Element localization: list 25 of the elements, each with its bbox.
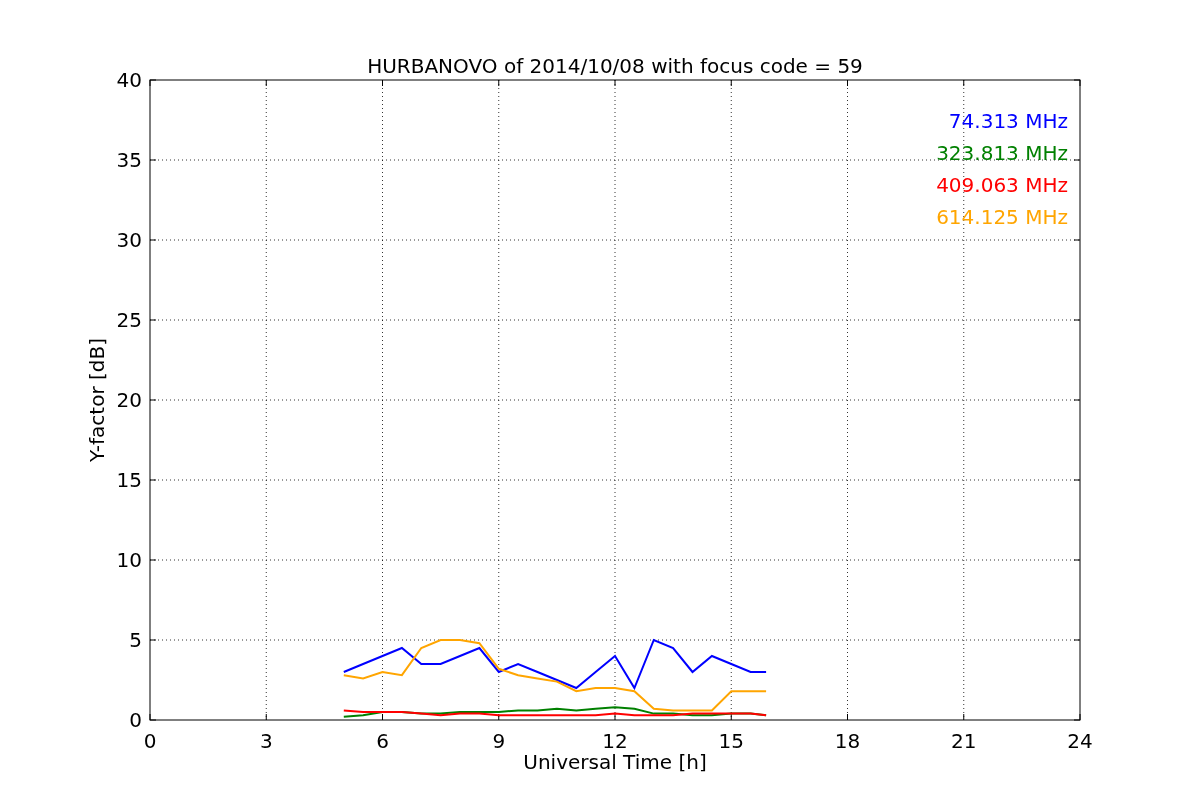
tick-label: 0 — [143, 729, 157, 753]
tick-label: 15 — [116, 468, 142, 492]
tick-label: 18 — [834, 729, 861, 753]
tick-label: 30 — [116, 228, 142, 252]
axis-label: Universal Time [h] — [523, 750, 707, 774]
tick-label: 35 — [116, 148, 142, 172]
legend-label: 74.313 MHz — [948, 109, 1068, 133]
chart-title: HURBANOVO of 2014/10/08 with focus code = 59 — [367, 54, 863, 78]
tick-label: 10 — [116, 548, 142, 572]
tick-label: 5 — [129, 628, 142, 652]
tick-label: 3 — [259, 729, 273, 753]
legend-label: 323.813 MHz — [936, 141, 1068, 165]
tick-label: 9 — [492, 729, 506, 753]
legend-label: 614.125 MHz — [936, 205, 1068, 229]
tick-label: 0 — [129, 708, 142, 732]
tick-label: 24 — [1067, 729, 1093, 753]
legend-label: 409.063 MHz — [936, 173, 1068, 197]
tick-label: 20 — [116, 388, 142, 412]
tick-label: 15 — [718, 729, 744, 753]
tick-label: 40 — [116, 68, 142, 92]
tick-label: 6 — [376, 729, 389, 753]
tick-label: 21 — [951, 729, 977, 753]
axis-label: Y-factor [dB] — [85, 338, 109, 462]
tick-label: 12 — [602, 729, 628, 753]
tick-label: 25 — [116, 308, 142, 332]
